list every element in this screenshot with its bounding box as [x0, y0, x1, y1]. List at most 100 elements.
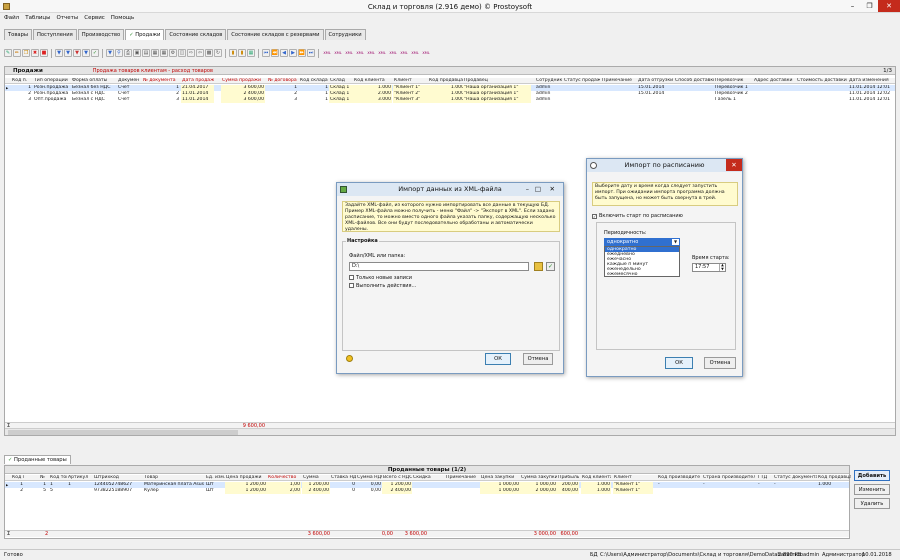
table-row[interactable]: 3 Опт.продажа Безнал с НДС Счет 3 11.01.2014 3…	[5, 97, 895, 103]
xml-import-icon[interactable]: XML	[388, 49, 398, 57]
table-cell[interactable]: 3	[142, 97, 180, 103]
table-cell[interactable]: 2 000,00	[520, 488, 557, 494]
restore-button[interactable]: ❐	[861, 0, 878, 12]
table-cell[interactable]: 1 200,00	[225, 488, 267, 494]
filter-remove-icon[interactable]: ▼	[73, 49, 81, 57]
table-cell[interactable]	[702, 488, 755, 494]
table-cell[interactable]: Шт	[205, 488, 225, 494]
period-select[interactable]: однократно ▼	[604, 238, 680, 246]
table-cell[interactable]: 3	[11, 97, 32, 103]
columns-icon[interactable]: ◫	[178, 49, 186, 57]
table-cell[interactable]: Безнал с НДС	[71, 97, 116, 103]
xml-export-icon[interactable]: XML	[344, 49, 354, 57]
close-button[interactable]: ✕	[878, 0, 900, 12]
preview-icon[interactable]: ▣	[133, 49, 141, 57]
xml-export-icon[interactable]: XML	[366, 49, 376, 57]
tab-stock-reserves[interactable]: Состояние складов с резервами	[227, 29, 324, 40]
table-cell[interactable]: 1.000	[581, 488, 611, 494]
tab-sales[interactable]: ✓ Продажи	[125, 29, 165, 40]
column-header[interactable]: Цена продажи	[225, 475, 267, 481]
menu-tables[interactable]: Таблицы	[25, 15, 50, 21]
column-header[interactable]: Ед. изм.	[205, 475, 225, 481]
column-header[interactable]: Сумма НДС	[356, 475, 382, 481]
tab-sold-goods[interactable]: ✓ Проданные товары	[4, 455, 71, 464]
table-cell[interactable]	[445, 488, 480, 494]
table-cell[interactable]: 0,00	[356, 488, 382, 494]
xml-import-icon[interactable]: XML	[421, 49, 431, 57]
close-button[interactable]: ✕	[550, 183, 555, 196]
table-cell[interactable]: Кулер	[143, 488, 205, 494]
calc-icon[interactable]: ▦	[151, 49, 159, 57]
table-cell[interactable]: 9738225188907	[93, 488, 133, 494]
column-header[interactable]: Статус продажи	[563, 78, 600, 84]
path-input[interactable]: D:\	[349, 262, 529, 271]
menu-service[interactable]: Сервис	[84, 15, 105, 21]
column-header[interactable]: Код клиента	[353, 78, 392, 84]
table-cell[interactable]: "Клиент 1"	[613, 488, 653, 494]
chart-icon[interactable]: ▩	[205, 49, 213, 57]
filter-add-icon[interactable]: ▼	[64, 49, 72, 57]
filter-icon[interactable]: ▼	[55, 49, 63, 57]
only-new-checkbox[interactable]: Только новые записи	[349, 275, 412, 281]
column-header[interactable]: Цена закупки	[480, 475, 520, 481]
column-header[interactable]: Количество	[267, 475, 301, 481]
column-header[interactable]: Документ	[117, 78, 139, 84]
column-header[interactable]: Форма оплаты	[71, 78, 116, 84]
column-header[interactable]: ГТД	[757, 475, 773, 481]
column-header[interactable]: Статус документа	[773, 475, 817, 481]
tab-receipts[interactable]: Поступления	[32, 29, 77, 40]
column-header[interactable]: Сумма продажи	[221, 78, 265, 84]
cancel-button[interactable]: Отмена	[523, 353, 553, 365]
tab-goods[interactable]: Товары	[4, 29, 32, 40]
column-header[interactable]: Клиент	[393, 78, 428, 84]
table-cell[interactable]: 400,00	[557, 488, 579, 494]
edit-icon[interactable]: ✏	[13, 49, 21, 57]
grid-icon[interactable]: ▦	[247, 49, 255, 57]
table-row[interactable]: 2 5 5 9738225188907 Кулер Шт 1 200,00 2,00 2 400…	[5, 488, 849, 494]
column-header[interactable]: Код товара	[49, 475, 67, 481]
scroll-thumb[interactable]	[8, 430, 238, 435]
column-header[interactable]: Сумма	[302, 475, 330, 481]
column-header[interactable]: Способ доставки	[674, 78, 714, 84]
xml-import-icon[interactable]: XML	[377, 49, 387, 57]
copy-icon[interactable]: ❐	[22, 49, 30, 57]
table-cell[interactable]	[412, 488, 434, 494]
run-actions-checkbox[interactable]: Выполнить действия...	[349, 283, 416, 289]
maximize-button[interactable]: □	[535, 183, 541, 196]
table-cell[interactable]	[67, 488, 93, 494]
column-header[interactable]: Страна производителя	[702, 475, 755, 481]
table-cell[interactable]: 2,00	[267, 488, 301, 494]
xml-import-icon[interactable]: XML	[410, 49, 420, 57]
cancel-button[interactable]: Отмена	[704, 357, 736, 369]
new-icon[interactable]: ✎	[4, 49, 12, 57]
table-cell[interactable]: 11.01.2014 12:01	[848, 97, 894, 103]
table-cell[interactable]: 3	[267, 97, 298, 103]
column-header[interactable]: Сотрудник	[535, 78, 563, 84]
table-cell[interactable]	[637, 97, 675, 103]
table-cell[interactable]: admin	[535, 97, 563, 103]
menu-file[interactable]: Файл	[4, 15, 19, 21]
minimize-button[interactable]: –	[844, 0, 861, 12]
spinner-icon[interactable]: ▲ ▼	[719, 263, 725, 271]
next-record-icon[interactable]: ▶	[289, 49, 297, 57]
column-header[interactable]: Код п.	[11, 475, 24, 481]
table-cell[interactable]: 5	[49, 488, 67, 494]
table-cell[interactable]: 3 600,00	[221, 97, 265, 103]
period-option[interactable]: ежемесячно	[605, 272, 679, 277]
column-header[interactable]: Ставка НДС	[330, 475, 356, 481]
column-header[interactable]: Штрихкод	[93, 475, 133, 481]
menu-help[interactable]: Помощь	[111, 15, 134, 21]
enable-schedule-checkbox[interactable]: ✓ Включить старт по расписанию	[592, 213, 683, 219]
column-header[interactable]: Продавец	[463, 78, 531, 84]
start-time-input[interactable]: 17:57 ▲ ▼	[692, 263, 726, 272]
column-header[interactable]: Код продавца	[817, 475, 851, 481]
import-icon[interactable]: ⇦	[196, 49, 204, 57]
column-header[interactable]: Дата продажи	[181, 78, 214, 84]
column-header[interactable]: № договора	[267, 78, 298, 84]
table-cell[interactable]	[757, 488, 773, 494]
xml-export-icon[interactable]: XML	[333, 49, 343, 57]
xml-export-icon[interactable]: XML	[322, 49, 332, 57]
table-cell[interactable]: 3.000	[353, 97, 392, 103]
add-button[interactable]: Добавить	[854, 470, 890, 481]
column-header[interactable]: Код склада	[299, 78, 329, 84]
